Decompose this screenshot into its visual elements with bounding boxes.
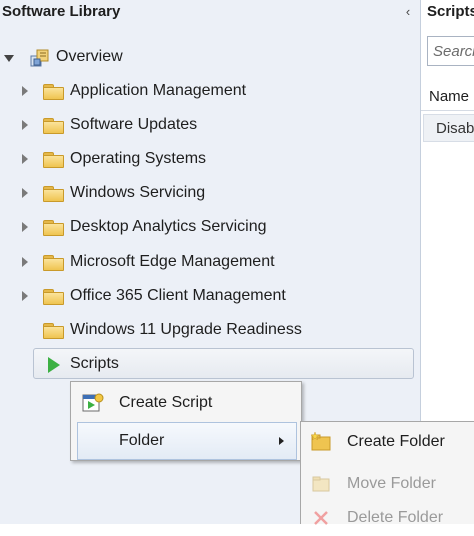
tree-item-label: Operating Systems [70, 150, 207, 167]
tree-item-software-updates[interactable]: Software Updates [0, 111, 421, 141]
menu-item-delete-folder[interactable]: Delete Folder [301, 502, 474, 536]
collapse-arrow-icon[interactable] [4, 55, 14, 62]
search-placeholder: Search [433, 43, 474, 60]
expand-arrow-icon[interactable] [22, 257, 28, 267]
expand-arrow-icon[interactable] [22, 86, 28, 96]
tree-item-microsoft-edge-management[interactable]: Microsoft Edge Management [0, 248, 421, 278]
search-input[interactable]: Search [427, 36, 474, 66]
menu-item-create-script[interactable]: Create Script [71, 384, 301, 422]
overview-label: Overview [56, 48, 123, 65]
folder-submenu: Create Folder Move Folder Delete Folder [300, 421, 474, 526]
create-script-icon [82, 393, 104, 412]
folder-icon [43, 220, 64, 236]
column-header-label: Name [429, 88, 470, 105]
tree-item-label: Desktop Analytics Servicing [70, 218, 267, 235]
column-header-name[interactable]: Name [421, 84, 474, 111]
nav-header: Software Library ‹ [0, 0, 421, 28]
tree-item-desktop-analytics-servicing[interactable]: Desktop Analytics Servicing [0, 213, 421, 243]
tree-item-label: Microsoft Edge Management [70, 253, 275, 270]
tree-item-label: Application Management [70, 82, 247, 99]
tree-item-operating-systems[interactable]: Operating Systems [0, 145, 421, 175]
folder-icon [43, 186, 64, 202]
results-title: Scripts [427, 3, 474, 20]
table-row[interactable]: Disab [423, 114, 474, 142]
tree-item-office-365-client-management[interactable]: Office 365 Client Management [0, 282, 421, 312]
tree-item-label: Windows Servicing [70, 184, 206, 201]
move-folder-icon [312, 476, 330, 492]
context-menu: Create Script Folder [70, 381, 302, 461]
create-folder-icon [311, 432, 331, 451]
expand-arrow-icon[interactable] [22, 291, 28, 301]
folder-icon [43, 152, 64, 168]
delete-folder-label: Delete Folder [347, 509, 444, 526]
expand-arrow-icon[interactable] [22, 154, 28, 164]
delete-folder-icon [314, 511, 328, 525]
create-folder-label: Create Folder [347, 433, 445, 450]
table-cell-name: Disab [436, 120, 474, 137]
move-folder-label: Move Folder [347, 475, 436, 492]
tree-item-windows-11-upgrade-readiness[interactable]: Windows 11 Upgrade Readiness [0, 316, 421, 346]
tree-item-label: Software Updates [70, 116, 198, 133]
scripts-play-icon [48, 357, 60, 373]
expand-arrow-icon[interactable] [22, 188, 28, 198]
tree-item-overview[interactable]: Overview [0, 43, 421, 73]
tree-item-windows-servicing[interactable]: Windows Servicing [0, 179, 421, 209]
folder-icon [43, 323, 64, 339]
folder-icon [43, 255, 64, 271]
expand-arrow-icon[interactable] [22, 120, 28, 130]
menu-item-create-folder[interactable]: Create Folder [301, 426, 474, 460]
folder-label: Folder [119, 432, 165, 449]
nav-title: Software Library [2, 3, 121, 20]
overview-icon [30, 49, 49, 67]
create-script-label: Create Script [119, 394, 213, 411]
folder-icon [43, 118, 64, 134]
menu-item-move-folder[interactable]: Move Folder [301, 468, 474, 502]
submenu-arrow-icon [279, 437, 284, 445]
collapse-pane-button[interactable]: ‹ [402, 4, 414, 19]
tree-item-label: Windows 11 Upgrade Readiness [70, 321, 302, 338]
expand-arrow-icon[interactable] [22, 222, 28, 232]
tree-item-label: Office 365 Client Management [70, 287, 286, 304]
tree-item-scripts[interactable]: Scripts [33, 348, 414, 379]
menu-item-folder[interactable]: Folder [77, 422, 297, 460]
scripts-label: Scripts [70, 355, 119, 372]
folder-icon [43, 289, 64, 305]
tree-item-application-management[interactable]: Application Management [0, 77, 421, 107]
folder-icon [43, 84, 64, 100]
